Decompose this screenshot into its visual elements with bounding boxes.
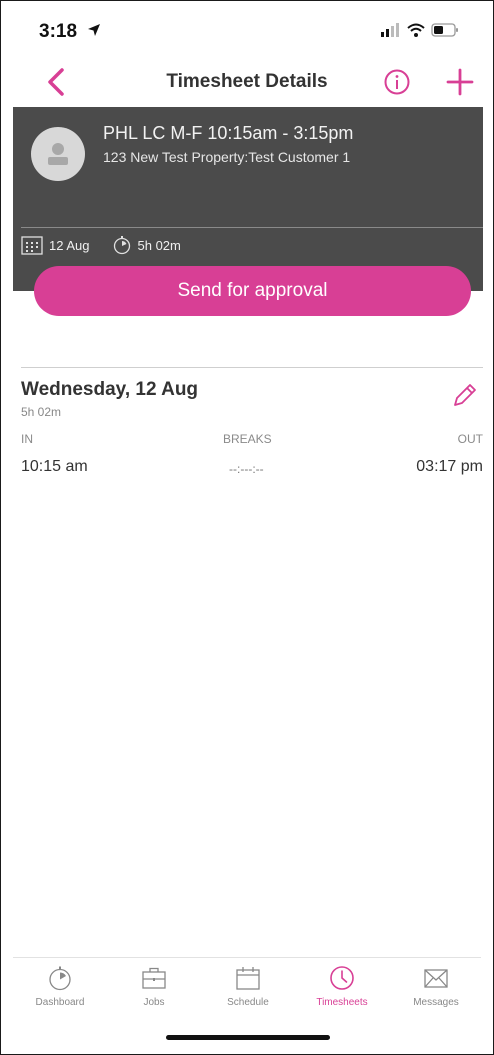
tab-timesheets[interactable]: Timesheets bbox=[295, 961, 389, 1021]
page-title: Timesheet Details bbox=[166, 71, 328, 92]
tab-label: Dashboard bbox=[35, 997, 85, 1008]
clock-icon bbox=[330, 966, 354, 990]
breaks-column-header: BREAKS bbox=[223, 432, 272, 446]
job-header-card: PHL LC M-F 10:15am - 3:15pm 123 New Test… bbox=[13, 107, 483, 291]
wifi-icon bbox=[407, 23, 425, 37]
send-for-approval-button[interactable]: Send for approval bbox=[34, 266, 471, 316]
tab-bar-divider bbox=[13, 957, 481, 958]
info-icon[interactable] bbox=[383, 68, 411, 96]
tab-schedule[interactable]: Schedule bbox=[201, 961, 295, 1021]
entry-divider bbox=[21, 367, 483, 368]
status-time: 3:18 bbox=[39, 21, 78, 42]
tab-jobs[interactable]: Jobs bbox=[107, 961, 201, 1021]
entry-duration: 5h 02m bbox=[21, 405, 62, 419]
avatar bbox=[31, 127, 85, 181]
status-bar: 3:18 bbox=[1, 1, 493, 61]
breaks-value: --:---:-- bbox=[229, 462, 264, 476]
stopwatch-icon bbox=[49, 966, 71, 991]
job-title: PHL LC M-F 10:15am - 3:15pm bbox=[103, 123, 354, 143]
out-column-header: OUT bbox=[457, 432, 483, 446]
job-meta: 12 Aug 5h 02m bbox=[21, 233, 181, 257]
status-icons bbox=[381, 23, 459, 37]
tab-label: Jobs bbox=[143, 997, 165, 1008]
nav-bar: Timesheet Details bbox=[1, 61, 493, 105]
home-indicator bbox=[166, 1035, 330, 1040]
card-divider bbox=[21, 227, 483, 228]
add-icon[interactable] bbox=[445, 67, 475, 97]
clock-in-time: 10:15 am bbox=[21, 458, 88, 475]
job-location: 123 New Test Property:Test Customer 1 bbox=[103, 149, 351, 165]
stopwatch-icon bbox=[113, 236, 130, 255]
briefcase-icon bbox=[142, 967, 166, 989]
job-duration: 5h 02m bbox=[137, 237, 181, 253]
edit-pencil-icon[interactable] bbox=[449, 381, 479, 411]
signal-icon bbox=[381, 23, 399, 37]
person-icon bbox=[48, 143, 68, 165]
calendar-icon bbox=[236, 967, 260, 990]
tab-dashboard[interactable]: Dashboard bbox=[13, 961, 107, 1021]
tab-label: Messages bbox=[413, 997, 459, 1008]
battery-icon bbox=[431, 23, 458, 37]
location-arrow-icon bbox=[88, 24, 100, 36]
entry-day: Wednesday, 12 Aug bbox=[21, 379, 199, 400]
app-frame: 3:18 Timesheet Details PHL LC M-F 10:15a… bbox=[0, 0, 494, 1055]
tab-label: Timesheets bbox=[316, 997, 368, 1008]
envelope-icon bbox=[424, 969, 448, 988]
calendar-icon bbox=[21, 236, 43, 255]
tab-bar: Dashboard Jobs Schedule Timesheets Messa… bbox=[13, 961, 483, 1021]
job-date: 12 Aug bbox=[49, 237, 90, 253]
tab-label: Schedule bbox=[227, 997, 269, 1008]
in-column-header: IN bbox=[21, 432, 33, 446]
tab-messages[interactable]: Messages bbox=[389, 961, 483, 1021]
clock-out-time: 03:17 pm bbox=[416, 458, 483, 475]
